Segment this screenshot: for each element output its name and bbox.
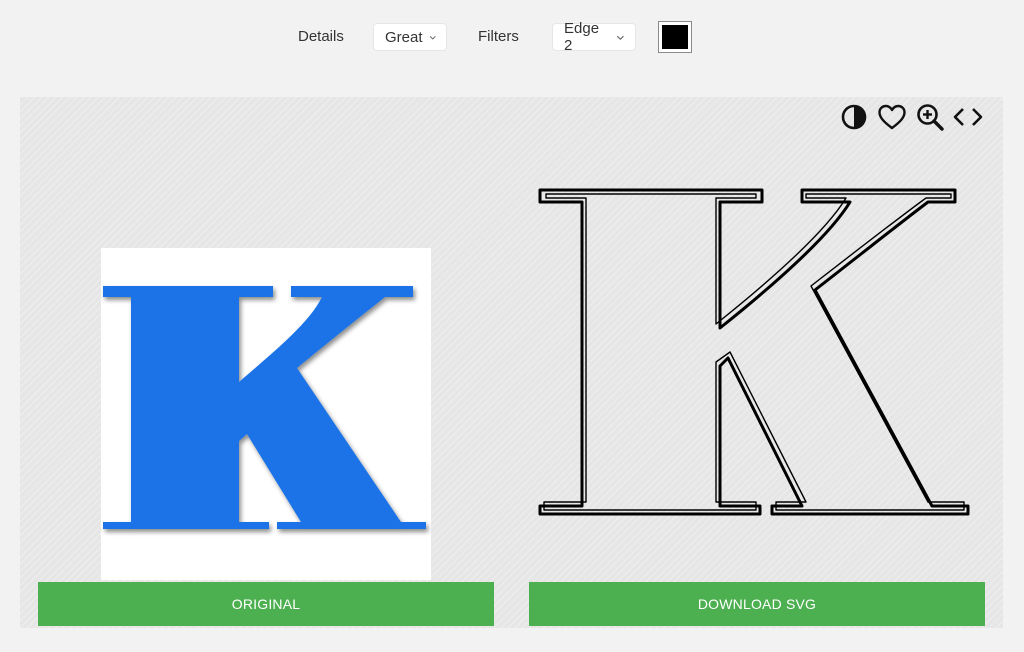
favorite-button[interactable] — [876, 101, 908, 133]
filters-select[interactable]: Edge 2 — [553, 20, 635, 54]
chevron-down-icon — [429, 35, 436, 40]
contrast-button[interactable] — [838, 101, 870, 133]
details-select[interactable]: Great — [374, 24, 446, 50]
color-swatch — [662, 25, 688, 49]
heart-icon — [878, 104, 906, 130]
outline-letter-k — [538, 188, 970, 516]
contrast-icon — [841, 104, 867, 130]
chevron-down-icon — [617, 35, 625, 40]
download-svg-button[interactable]: DOWNLOAD SVG — [529, 582, 985, 626]
zoom-in-button[interactable] — [914, 101, 946, 133]
result-image — [530, 180, 980, 525]
zoom-in-icon — [917, 104, 944, 131]
preview-tools — [838, 100, 984, 134]
color-picker[interactable] — [658, 21, 692, 53]
original-image — [101, 248, 431, 580]
filters-select-value: Edge 2 — [564, 20, 600, 54]
original-letter-k — [103, 286, 426, 529]
details-select-value: Great — [385, 28, 423, 46]
original-button[interactable]: ORIGINAL — [38, 582, 494, 626]
code-icon — [953, 108, 983, 126]
code-button[interactable] — [952, 101, 984, 133]
filters-label: Filters — [478, 28, 519, 45]
top-toolbar: Details Great Filters Edge 2 — [0, 0, 1024, 76]
details-label: Details — [298, 28, 344, 45]
